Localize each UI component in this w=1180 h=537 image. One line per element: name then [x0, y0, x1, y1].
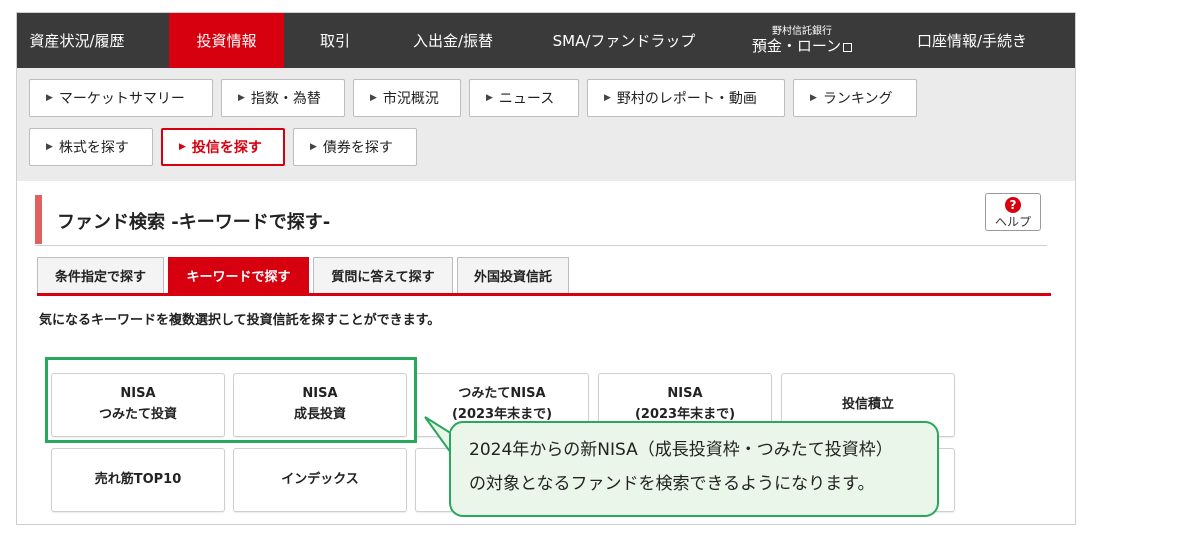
triangle-right-icon: ▶ — [486, 93, 493, 103]
nav-label: 入出金/振替 — [412, 32, 494, 50]
nav-account-procedures[interactable]: 口座情報/手続き — [897, 13, 1047, 68]
external-link-icon — [843, 42, 853, 52]
callout-bubble: 2024年からの新NISA（成長投資枠・つみたて投資枠） の対象となるファンドを… — [449, 421, 939, 517]
keyword-line1: NISA — [667, 386, 703, 402]
triangle-right-icon: ▶ — [604, 93, 611, 103]
keyword-line1: つみたてNISA — [458, 386, 546, 402]
tab-question-search[interactable]: 質問に答えて探す — [313, 257, 453, 293]
search-tabs: 条件指定で探す キーワードで探す 質問に答えて探す 外国投資信託 — [37, 254, 1051, 296]
nav-label: SMA/ファンドラップ — [552, 32, 696, 50]
tab-label: 条件指定で探す — [54, 270, 146, 285]
tab-keyword-search[interactable]: キーワードで探す — [168, 257, 309, 293]
subnav-index-fx[interactable]: ▶ 指数・為替 — [221, 79, 345, 117]
keyword-line1: 売れ筋TOP10 — [94, 471, 182, 487]
nav-deposit-loan[interactable]: 野村信託銀行 預金・ローン — [727, 13, 877, 68]
help-label: ヘルプ — [994, 215, 1031, 229]
subnav-market-overview[interactable]: ▶ 市況概況 — [353, 79, 461, 117]
subnav-label: 株式を探す — [58, 140, 129, 156]
triangle-right-icon: ▶ — [310, 142, 317, 152]
nav-label: 口座情報/手続き — [916, 32, 1028, 50]
keyword-top10[interactable]: 売れ筋TOP10 — [51, 448, 225, 512]
question-icon: ? — [1005, 197, 1021, 213]
subnav-news[interactable]: ▶ ニュース — [469, 79, 579, 117]
global-nav: 資産状況/履歴 投資情報 取引 入出金/振替 SMA/ファンドラップ 野村信託銀… — [17, 13, 1075, 68]
tab-foreign-funds[interactable]: 外国投資信託 — [457, 257, 569, 293]
triangle-right-icon: ▶ — [46, 93, 53, 103]
nav-sma-fundwrap[interactable]: SMA/ファンドラップ — [531, 13, 717, 68]
tab-label: 質問に答えて探す — [331, 270, 435, 285]
sub-nav: ▶ マーケットサマリー ▶ 指数・為替 ▶ 市況概況 ▶ ニュース ▶ 野村のレポート・動… — [17, 68, 1075, 181]
subnav-label: マーケットサマリー — [58, 91, 185, 107]
callout-line2: の対象となるファンドを検索できるようになります。 — [469, 474, 875, 494]
nav-trade[interactable]: 取引 — [295, 13, 375, 68]
heading-accent-bar — [35, 195, 42, 244]
tab-label: キーワードで探す — [186, 270, 291, 285]
subnav-label: 指数・為替 — [250, 91, 321, 107]
triangle-right-icon: ▶ — [238, 93, 245, 103]
nisa-highlight-box — [45, 357, 417, 443]
nav-label: 取引 — [319, 32, 350, 50]
subnav-label: 野村のレポート・動画 — [616, 91, 757, 107]
subnav-label: ニュース — [498, 91, 555, 107]
callout-seam — [451, 431, 465, 453]
page-title: ファンド検索 -キーワードで探す- — [57, 212, 331, 233]
help-button[interactable]: ? ヘルプ — [985, 193, 1041, 231]
subnav-label: 市況概況 — [382, 91, 439, 107]
subnav-market-summary[interactable]: ▶ マーケットサマリー — [29, 79, 213, 117]
subnav-find-bonds[interactable]: ▶ 債券を探す — [293, 128, 417, 166]
subnav-label: 投信を探す — [191, 140, 262, 156]
triangle-right-icon: ▶ — [370, 93, 377, 103]
page-frame: 資産状況/履歴 投資情報 取引 入出金/振替 SMA/ファンドラップ 野村信託銀… — [16, 12, 1076, 525]
subnav-find-stocks[interactable]: ▶ 株式を探す — [29, 128, 153, 166]
page-heading: ファンド検索 -キーワードで探す- — [35, 195, 1047, 246]
tab-label: 外国投資信託 — [473, 270, 552, 285]
subnav-find-funds[interactable]: ▶ 投信を探す — [161, 128, 285, 166]
triangle-right-icon: ▶ — [810, 93, 817, 103]
keyword-index[interactable]: インデックス — [233, 448, 407, 512]
keyword-line1: インデックス — [281, 471, 359, 487]
subnav-ranking[interactable]: ▶ ランキング — [793, 79, 917, 117]
nav-label: 資産状況/履歴 — [29, 32, 125, 50]
triangle-right-icon: ▶ — [46, 142, 53, 152]
page-description: 気になるキーワードを複数選択して投資信託を探すことができます。 — [39, 313, 441, 328]
keyword-line1: 投信積立 — [841, 396, 894, 412]
nav-deposit-transfer[interactable]: 入出金/振替 — [395, 13, 511, 68]
tab-condition-search[interactable]: 条件指定で探す — [37, 257, 164, 293]
nav-assets-history[interactable]: 資産状況/履歴 — [17, 13, 137, 68]
nav-label: 投資情報 — [196, 32, 257, 50]
subnav-label: ランキング — [822, 91, 893, 107]
subnav-nomura-reports[interactable]: ▶ 野村のレポート・動画 — [587, 79, 785, 117]
triangle-right-icon: ▶ — [179, 142, 186, 152]
callout-line1: 2024年からの新NISA（成長投資枠・つみたて投資枠） — [469, 440, 893, 460]
nav-label: 預金・ローン — [751, 36, 842, 55]
nav-investment-info[interactable]: 投資情報 — [169, 13, 284, 68]
subnav-label: 債券を探す — [322, 140, 393, 156]
